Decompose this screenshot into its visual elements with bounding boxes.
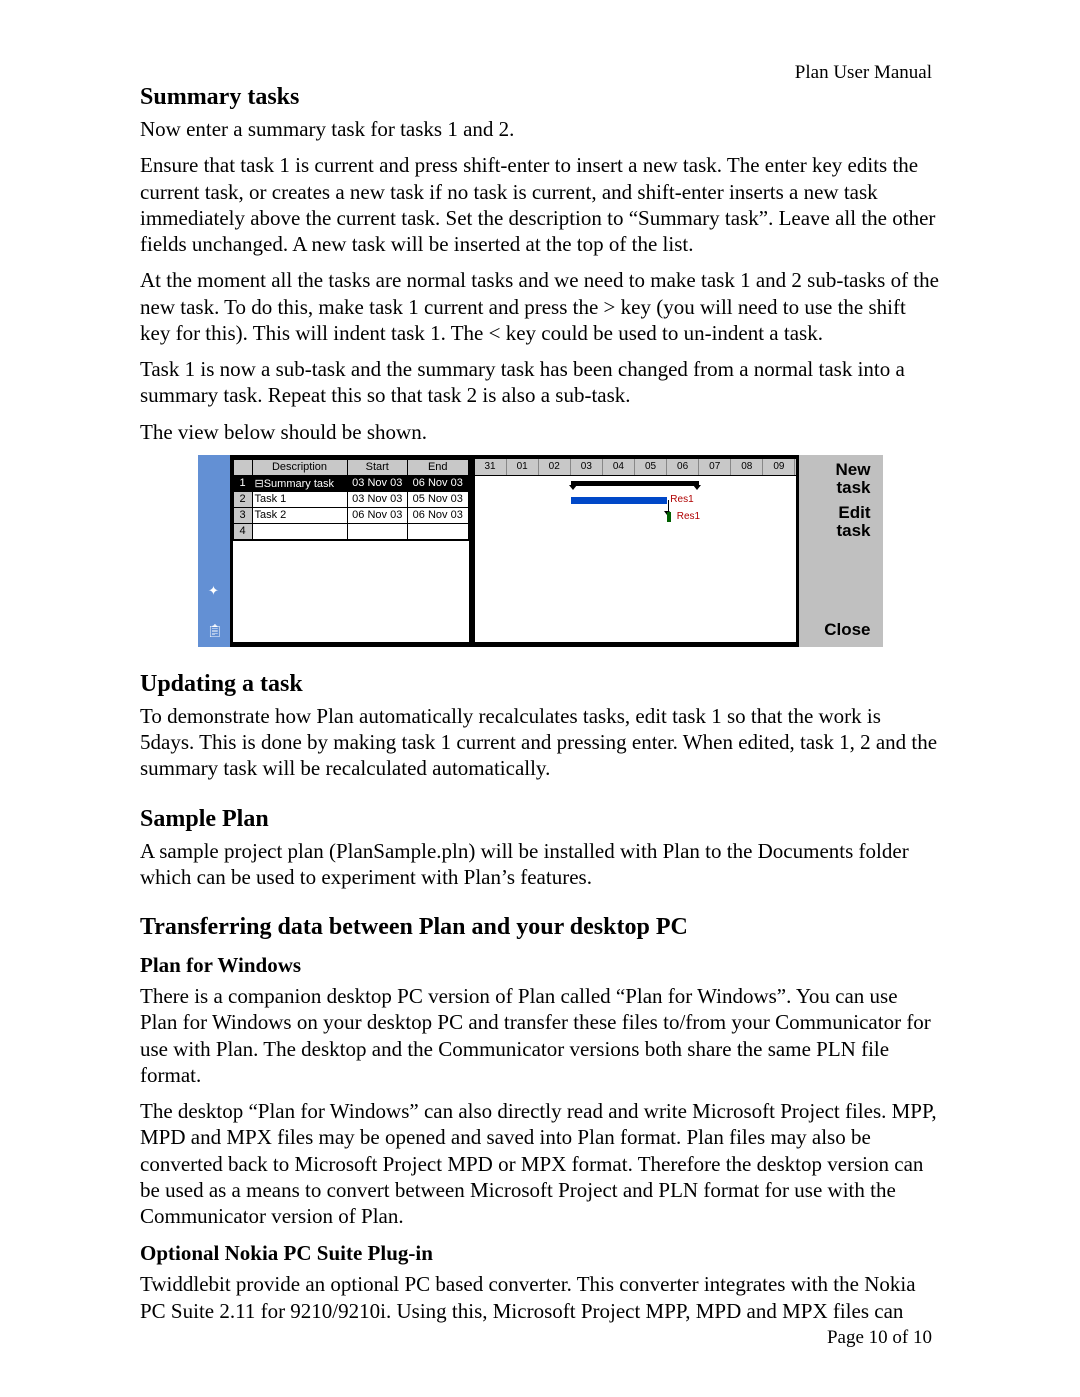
table-row[interactable]: 2 Task 1 03 Nov 03 05 Nov 03 bbox=[233, 491, 468, 507]
gantt-label-res1-b: Res1 bbox=[677, 511, 700, 522]
close-button[interactable]: Close bbox=[799, 617, 879, 643]
plan-app-screenshot: ✦ 📋︎ Description Start End 1 bbox=[198, 455, 883, 647]
col-end[interactable]: End bbox=[408, 459, 469, 475]
paragraph: The view below should be shown. bbox=[140, 419, 940, 445]
subheading-plan-for-windows: Plan for Windows bbox=[140, 953, 940, 978]
clipboard-icon[interactable]: 📋︎ bbox=[207, 623, 221, 639]
table-row[interactable]: 4 bbox=[233, 523, 468, 539]
page-footer-number: Page 10 of 10 bbox=[827, 1327, 932, 1349]
plan-left-toolbar: ✦ 📋︎ bbox=[198, 455, 230, 647]
page-header-title: Plan User Manual bbox=[795, 62, 932, 84]
paragraph: The desktop “Plan for Windows” can also … bbox=[140, 1098, 940, 1229]
col-start[interactable]: Start bbox=[347, 459, 408, 475]
gantt-bar-task2[interactable] bbox=[667, 512, 671, 522]
document-page: Plan User Manual Summary tasks Now enter… bbox=[0, 0, 1080, 1397]
paragraph: A sample project plan (PlanSample.pln) w… bbox=[140, 838, 940, 891]
heading-updating: Updating a task bbox=[140, 671, 940, 698]
paragraph: To demonstrate how Plan automatically re… bbox=[140, 703, 940, 782]
gantt-bar-summary[interactable] bbox=[571, 481, 699, 486]
gantt-label-res1-a: Res1 bbox=[670, 494, 693, 505]
subheading-nokia-plugin: Optional Nokia PC Suite Plug-in bbox=[140, 1241, 940, 1266]
heading-transfer: Transferring data between Plan and your … bbox=[140, 914, 940, 941]
gantt-timeline-header: 31 01 02 03 04 05 06 07 08 09 bbox=[475, 459, 796, 476]
edit-task-button[interactable]: Edit task bbox=[799, 500, 879, 544]
table-row[interactable]: 3 Task 2 06 Nov 03 06 Nov 03 bbox=[233, 507, 468, 523]
grid-corner bbox=[233, 459, 252, 475]
table-row[interactable]: 1 ⊟Summary task 03 Nov 03 06 Nov 03 bbox=[233, 475, 468, 491]
task-grid[interactable]: Description Start End 1 ⊟Summary task 03… bbox=[232, 458, 470, 643]
paragraph: Task 1 is now a sub-task and the summary… bbox=[140, 356, 940, 409]
new-task-button[interactable]: New task bbox=[799, 457, 879, 501]
paragraph: There is a companion desktop PC version … bbox=[140, 983, 940, 1088]
pointer-icon[interactable]: ✦ bbox=[207, 583, 221, 599]
heading-sample-plan: Sample Plan bbox=[140, 806, 940, 833]
heading-summary-tasks: Summary tasks bbox=[140, 84, 940, 111]
gantt-bar-task1[interactable] bbox=[571, 497, 667, 504]
paragraph: Now enter a summary task for tasks 1 and… bbox=[140, 116, 940, 142]
paragraph: Ensure that task 1 is current and press … bbox=[140, 152, 940, 257]
col-description[interactable]: Description bbox=[252, 459, 347, 475]
paragraph: Twiddlebit provide an optional PC based … bbox=[140, 1271, 940, 1324]
paragraph: At the moment all the tasks are normal t… bbox=[140, 267, 940, 346]
gantt-chart[interactable]: 31 01 02 03 04 05 06 07 08 09 bbox=[474, 458, 797, 643]
plan-right-buttons: New task Edit task Close bbox=[799, 455, 883, 647]
